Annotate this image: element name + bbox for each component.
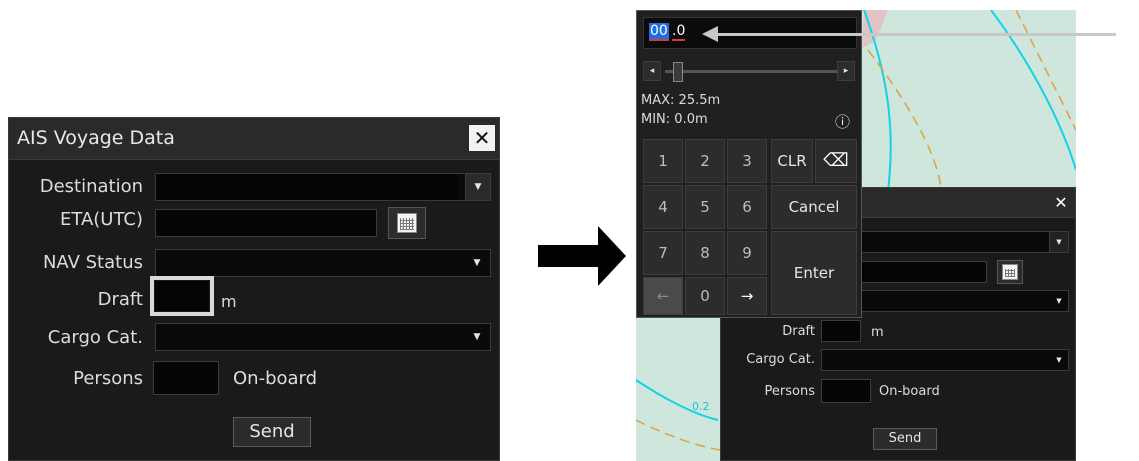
min-value: 0.0m bbox=[674, 112, 708, 127]
destination-dropdown[interactable]: ▼ bbox=[155, 173, 491, 201]
enter-button[interactable]: Enter bbox=[771, 231, 857, 315]
remaining-digits: .0 bbox=[672, 23, 686, 41]
triangle-down-icon[interactable]: ▼ bbox=[1049, 232, 1068, 252]
draft-unit: m bbox=[871, 325, 884, 340]
close-icon: ✕ bbox=[473, 126, 491, 150]
cancel-button[interactable]: Cancel bbox=[771, 185, 857, 229]
key-7[interactable]: 7 bbox=[643, 231, 683, 275]
min-range: MIN: 0.0m bbox=[641, 112, 708, 127]
slider-decrease-button[interactable]: ◂ bbox=[643, 61, 661, 81]
selected-digits: 00 bbox=[649, 23, 669, 41]
calendar-button[interactable] bbox=[997, 260, 1023, 284]
nav-status-label: NAV Status bbox=[42, 252, 143, 273]
cargo-dropdown[interactable]: ▼ bbox=[821, 349, 1069, 371]
destination-field[interactable] bbox=[156, 174, 458, 200]
persons-label: Persons bbox=[73, 368, 143, 389]
cargo-label: Cargo Cat. bbox=[746, 352, 815, 367]
triangle-down-icon[interactable]: ▼ bbox=[1050, 291, 1068, 311]
cargo-label: Cargo Cat. bbox=[47, 327, 143, 348]
triangle-down-icon[interactable]: ▼ bbox=[464, 250, 490, 276]
eta-label: ETA(UTC) bbox=[59, 209, 143, 230]
contour-line-orange bbox=[1015, 10, 1076, 131]
slider-increase-button[interactable]: ▸ bbox=[837, 61, 855, 81]
calendar-icon bbox=[397, 213, 417, 233]
draft-label: Draft bbox=[97, 289, 143, 310]
triangle-down-icon[interactable]: ▼ bbox=[465, 174, 490, 200]
draft-field[interactable] bbox=[155, 281, 209, 311]
close-icon: ✕ bbox=[1054, 193, 1068, 212]
clr-key[interactable]: CLR bbox=[771, 139, 813, 183]
info-icon[interactable]: ⓘ bbox=[835, 111, 850, 132]
backspace-icon[interactable]: ⌫ bbox=[815, 139, 857, 183]
cursor-left-key[interactable]: ← bbox=[643, 277, 683, 315]
persons-unit: On-board bbox=[879, 384, 940, 399]
eta-field[interactable] bbox=[155, 209, 377, 237]
persons-unit: On-board bbox=[233, 368, 318, 389]
max-range: MAX: 25.5m bbox=[641, 93, 720, 108]
key-5[interactable]: 5 bbox=[685, 185, 725, 229]
send-button[interactable]: Send bbox=[873, 428, 937, 450]
pointer-arrow-line bbox=[716, 33, 1116, 36]
depth-label: 0.2 bbox=[692, 400, 710, 413]
dialog-title: AIS Voyage Data bbox=[17, 127, 175, 149]
slider-thumb[interactable] bbox=[673, 62, 683, 82]
draft-unit: m bbox=[221, 292, 237, 311]
persons-field[interactable] bbox=[153, 361, 219, 395]
contour-line-orange bbox=[867, 49, 942, 189]
key-2[interactable]: 2 bbox=[685, 139, 725, 183]
send-button[interactable]: Send bbox=[233, 417, 311, 447]
max-value: 25.5m bbox=[678, 93, 721, 108]
ais-voyage-data-dialog: AIS Voyage Data ✕ Destination ▼ ETA(UTC)… bbox=[8, 117, 500, 461]
calendar-icon bbox=[1002, 264, 1018, 280]
draft-field[interactable] bbox=[821, 320, 861, 342]
calendar-button[interactable] bbox=[388, 207, 426, 239]
key-3[interactable]: 3 bbox=[727, 139, 767, 183]
nav-status-dropdown[interactable]: ▼ bbox=[155, 249, 491, 277]
max-label: MAX: bbox=[641, 93, 675, 108]
triangle-down-icon[interactable]: ▼ bbox=[1050, 350, 1068, 370]
transition-arrow-body bbox=[538, 245, 600, 267]
cursor-right-key[interactable]: → bbox=[727, 277, 767, 315]
key-6[interactable]: 6 bbox=[727, 185, 767, 229]
cargo-dropdown[interactable]: ▼ bbox=[155, 323, 491, 351]
numeric-keypad-panel: 00 .0 ◂ ▸ MAX: 25.5m MIN: 0.0m ⓘ 1 2 3 4… bbox=[636, 10, 862, 318]
key-9[interactable]: 9 bbox=[727, 231, 767, 275]
contour-line-orange bbox=[636, 419, 721, 451]
arrow-left-icon bbox=[702, 26, 718, 42]
min-label: MIN: bbox=[641, 112, 671, 127]
triangle-down-icon[interactable]: ▼ bbox=[464, 324, 490, 350]
draft-label: Draft bbox=[782, 324, 815, 339]
key-1[interactable]: 1 bbox=[643, 139, 683, 183]
close-button[interactable]: ✕ bbox=[469, 125, 495, 151]
key-4[interactable]: 4 bbox=[643, 185, 683, 229]
key-8[interactable]: 8 bbox=[685, 231, 725, 275]
key-0[interactable]: 0 bbox=[685, 277, 725, 315]
dialog-title-bar: AIS Voyage Data ✕ bbox=[9, 118, 499, 160]
persons-label: Persons bbox=[764, 384, 815, 399]
persons-field[interactable] bbox=[821, 379, 871, 403]
arrow-right-icon bbox=[598, 226, 626, 286]
destination-label: Destination bbox=[39, 176, 143, 197]
close-button[interactable]: ✕ bbox=[1051, 193, 1071, 213]
slider-track[interactable] bbox=[665, 70, 839, 73]
